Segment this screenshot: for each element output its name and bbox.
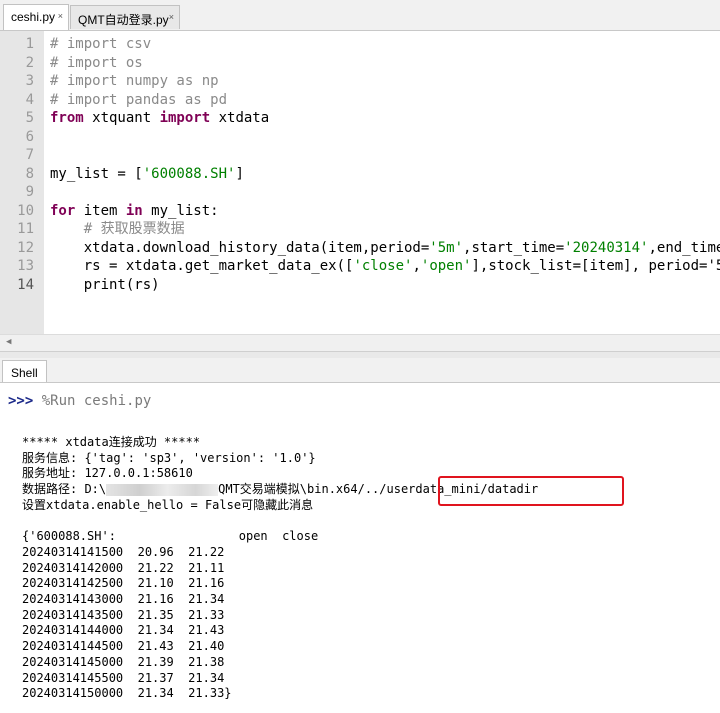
path-prefix: 数据路径: D:\	[22, 482, 107, 497]
code-line: rs = xtdata.get_market_data_ex(['close',…	[50, 258, 720, 274]
highlight-box	[438, 476, 624, 506]
line-number: 11	[17, 221, 34, 237]
line-number: 7	[25, 147, 34, 163]
result-row: 20240314142000 21.22 21.11	[22, 560, 225, 575]
result-row: 20240314144500 21.43 21.40	[22, 639, 225, 654]
line-number: 13	[17, 258, 34, 274]
tab-ceshi-py[interactable]: ceshi.py ×	[3, 4, 69, 30]
line-number: 10	[17, 202, 34, 219]
line-number: 9	[25, 184, 34, 200]
output-line: 服务地址: 127.0.0.1:58610	[22, 466, 193, 481]
result-row: 20240314143000 21.16 21.34	[22, 592, 225, 606]
shell-tab-bar: Shell	[0, 358, 720, 383]
output-line: 服务信息: {'tag': 'sp3', 'version': '1.0'}	[22, 450, 316, 465]
line-number: 8	[25, 165, 34, 182]
code-line: from xtquant import xtdata	[50, 110, 270, 126]
tab-label: Shell	[11, 366, 38, 380]
result-header: {'600088.SH': open close	[22, 529, 319, 544]
run-command: %Run ceshi.py	[41, 393, 152, 409]
output-line: 设置xtdata.enable_hello = False可隐藏此消息	[22, 497, 314, 512]
close-icon[interactable]: ×	[58, 11, 63, 21]
scroll-left-icon[interactable]: ◀	[6, 337, 11, 347]
redacted-path	[106, 483, 219, 496]
output-line: ***** xtdata连接成功 *****	[22, 435, 201, 449]
line-number: 4	[25, 91, 34, 108]
line-number-current: 14	[17, 276, 34, 293]
shell-prompt-line: >>> %Run ceshi.py	[8, 393, 151, 409]
shell-console[interactable]: >>> %Run ceshi.py ***** xtdata连接成功 *****…	[0, 383, 720, 713]
code-editor[interactable]: 1 2 3 4 5 6 7 8 9 10 11 12 13 14 # impor…	[0, 31, 720, 334]
line-number: 5	[25, 110, 34, 126]
code-line: # import pandas as pd	[50, 91, 228, 108]
editor-tab-bar: ceshi.py × QMT自动登录.py ×	[0, 0, 720, 31]
result-row: 20240314143500 21.35 21.33	[22, 607, 225, 622]
line-number: 3	[25, 73, 34, 89]
tab-label: QMT自动登录.py	[78, 13, 169, 27]
path-middle: QMT交易端模拟\bin.x64/../	[218, 482, 387, 497]
tab-qmt-login-py[interactable]: QMT自动登录.py ×	[70, 5, 180, 29]
close-icon[interactable]: ×	[169, 12, 174, 22]
line-number: 2	[25, 54, 34, 71]
tab-label: ceshi.py	[11, 10, 56, 24]
result-row: 20240314145000 21.39 21.38	[22, 654, 225, 669]
horizontal-scrollbar[interactable]: ◀	[0, 334, 720, 351]
code-line: my_list = ['600088.SH']	[50, 165, 244, 182]
code-line: # import os	[50, 54, 143, 71]
prompt-symbol: >>>	[8, 393, 34, 409]
code-line: print(rs)	[50, 276, 160, 293]
code-line: for item in my_list:	[50, 202, 219, 219]
line-number: 12	[17, 239, 34, 256]
result-row: 20240314145500 21.37 21.34	[22, 670, 225, 685]
code-line: # 获取股票数据	[50, 221, 185, 237]
code-line: # import numpy as np	[50, 73, 219, 89]
code-line: xtdata.download_history_data(item,period…	[50, 239, 720, 256]
result-row: 20240314150000 21.34 21.33}	[22, 686, 232, 701]
line-number: 6	[25, 128, 34, 145]
result-row: 20240314142500 21.10 21.16	[22, 576, 225, 591]
tab-shell[interactable]: Shell	[2, 360, 47, 382]
result-row: 20240314141500 20.96 21.22	[22, 544, 225, 559]
code-line: # import csv	[50, 36, 152, 52]
result-row: 20240314144000 21.34 21.43	[22, 623, 225, 638]
line-number: 1	[25, 36, 34, 52]
line-number-gutter: 1 2 3 4 5 6 7 8 9 10 11 12 13 14	[0, 31, 44, 334]
